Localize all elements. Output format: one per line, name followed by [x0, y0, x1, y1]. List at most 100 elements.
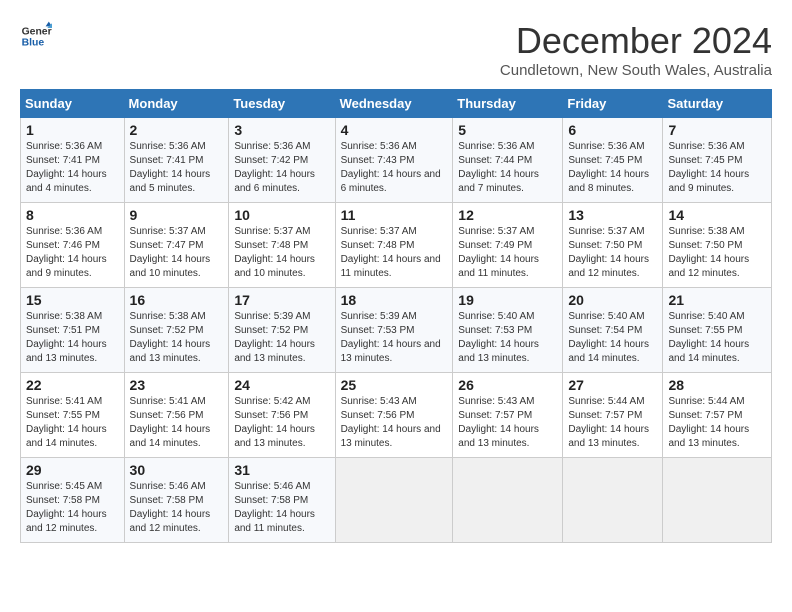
day-number: 1 [26, 122, 119, 138]
day-number: 6 [568, 122, 657, 138]
day-number: 31 [234, 462, 329, 478]
calendar-cell: 20 Sunrise: 5:40 AM Sunset: 7:54 PM Dayl… [563, 288, 663, 373]
calendar-cell: 27 Sunrise: 5:44 AM Sunset: 7:57 PM Dayl… [563, 373, 663, 458]
day-content: Sunrise: 5:36 AM Sunset: 7:41 PM Dayligh… [130, 140, 224, 196]
day-number: 9 [130, 207, 224, 223]
day-number: 21 [668, 292, 766, 308]
day-content: Sunrise: 5:38 AM Sunset: 7:51 PM Dayligh… [26, 310, 119, 366]
calendar-cell: 16 Sunrise: 5:38 AM Sunset: 7:52 PM Dayl… [124, 288, 229, 373]
calendar-cell [663, 458, 772, 543]
calendar-cell: 9 Sunrise: 5:37 AM Sunset: 7:47 PM Dayli… [124, 203, 229, 288]
day-content: Sunrise: 5:39 AM Sunset: 7:52 PM Dayligh… [234, 310, 329, 366]
calendar-cell: 11 Sunrise: 5:37 AM Sunset: 7:48 PM Dayl… [335, 203, 453, 288]
day-content: Sunrise: 5:37 AM Sunset: 7:49 PM Dayligh… [458, 225, 557, 281]
calendar-cell: 18 Sunrise: 5:39 AM Sunset: 7:53 PM Dayl… [335, 288, 453, 373]
day-content: Sunrise: 5:40 AM Sunset: 7:54 PM Dayligh… [568, 310, 657, 366]
day-content: Sunrise: 5:38 AM Sunset: 7:50 PM Dayligh… [668, 225, 766, 281]
day-number: 3 [234, 122, 329, 138]
calendar-cell: 10 Sunrise: 5:37 AM Sunset: 7:48 PM Dayl… [229, 203, 335, 288]
calendar-cell: 5 Sunrise: 5:36 AM Sunset: 7:44 PM Dayli… [453, 118, 563, 203]
calendar-week-row: 29 Sunrise: 5:45 AM Sunset: 7:58 PM Dayl… [21, 458, 772, 543]
calendar-cell: 13 Sunrise: 5:37 AM Sunset: 7:50 PM Dayl… [563, 203, 663, 288]
day-content: Sunrise: 5:36 AM Sunset: 7:44 PM Dayligh… [458, 140, 557, 196]
logo: General Blue [20, 20, 52, 52]
header-day-friday: Friday [563, 90, 663, 118]
header-day-monday: Monday [124, 90, 229, 118]
day-number: 8 [26, 207, 119, 223]
day-content: Sunrise: 5:41 AM Sunset: 7:55 PM Dayligh… [26, 395, 119, 451]
calendar-cell: 28 Sunrise: 5:44 AM Sunset: 7:57 PM Dayl… [663, 373, 772, 458]
day-content: Sunrise: 5:43 AM Sunset: 7:57 PM Dayligh… [458, 395, 557, 451]
calendar-cell: 7 Sunrise: 5:36 AM Sunset: 7:45 PM Dayli… [663, 118, 772, 203]
title-section: December 2024 Cundletown, New South Wale… [500, 20, 772, 79]
svg-text:General: General [22, 26, 52, 37]
day-content: Sunrise: 5:37 AM Sunset: 7:48 PM Dayligh… [341, 225, 448, 281]
day-content: Sunrise: 5:36 AM Sunset: 7:45 PM Dayligh… [668, 140, 766, 196]
day-number: 28 [668, 377, 766, 393]
day-number: 2 [130, 122, 224, 138]
header-day-sunday: Sunday [21, 90, 125, 118]
day-content: Sunrise: 5:37 AM Sunset: 7:50 PM Dayligh… [568, 225, 657, 281]
day-number: 20 [568, 292, 657, 308]
calendar-cell: 14 Sunrise: 5:38 AM Sunset: 7:50 PM Dayl… [663, 203, 772, 288]
day-content: Sunrise: 5:40 AM Sunset: 7:55 PM Dayligh… [668, 310, 766, 366]
day-content: Sunrise: 5:43 AM Sunset: 7:56 PM Dayligh… [341, 395, 448, 451]
calendar-cell [453, 458, 563, 543]
calendar-week-row: 1 Sunrise: 5:36 AM Sunset: 7:41 PM Dayli… [21, 118, 772, 203]
calendar-week-row: 8 Sunrise: 5:36 AM Sunset: 7:46 PM Dayli… [21, 203, 772, 288]
day-content: Sunrise: 5:37 AM Sunset: 7:47 PM Dayligh… [130, 225, 224, 281]
svg-text:Blue: Blue [22, 38, 45, 49]
day-number: 11 [341, 207, 448, 223]
calendar-cell: 29 Sunrise: 5:45 AM Sunset: 7:58 PM Dayl… [21, 458, 125, 543]
calendar-cell: 2 Sunrise: 5:36 AM Sunset: 7:41 PM Dayli… [124, 118, 229, 203]
month-title: December 2024 [500, 20, 772, 62]
calendar-cell: 8 Sunrise: 5:36 AM Sunset: 7:46 PM Dayli… [21, 203, 125, 288]
day-number: 26 [458, 377, 557, 393]
day-content: Sunrise: 5:45 AM Sunset: 7:58 PM Dayligh… [26, 480, 119, 536]
calendar-cell: 19 Sunrise: 5:40 AM Sunset: 7:53 PM Dayl… [453, 288, 563, 373]
day-content: Sunrise: 5:36 AM Sunset: 7:41 PM Dayligh… [26, 140, 119, 196]
day-number: 30 [130, 462, 224, 478]
day-content: Sunrise: 5:36 AM Sunset: 7:43 PM Dayligh… [341, 140, 448, 196]
calendar-cell: 3 Sunrise: 5:36 AM Sunset: 7:42 PM Dayli… [229, 118, 335, 203]
calendar-cell: 23 Sunrise: 5:41 AM Sunset: 7:56 PM Dayl… [124, 373, 229, 458]
day-number: 10 [234, 207, 329, 223]
calendar-cell: 31 Sunrise: 5:46 AM Sunset: 7:58 PM Dayl… [229, 458, 335, 543]
day-number: 17 [234, 292, 329, 308]
calendar-cell: 15 Sunrise: 5:38 AM Sunset: 7:51 PM Dayl… [21, 288, 125, 373]
calendar-week-row: 22 Sunrise: 5:41 AM Sunset: 7:55 PM Dayl… [21, 373, 772, 458]
day-content: Sunrise: 5:44 AM Sunset: 7:57 PM Dayligh… [568, 395, 657, 451]
day-number: 12 [458, 207, 557, 223]
day-content: Sunrise: 5:42 AM Sunset: 7:56 PM Dayligh… [234, 395, 329, 451]
day-number: 4 [341, 122, 448, 138]
calendar-cell [563, 458, 663, 543]
day-content: Sunrise: 5:46 AM Sunset: 7:58 PM Dayligh… [130, 480, 224, 536]
calendar-cell: 26 Sunrise: 5:43 AM Sunset: 7:57 PM Dayl… [453, 373, 563, 458]
day-number: 27 [568, 377, 657, 393]
day-content: Sunrise: 5:36 AM Sunset: 7:45 PM Dayligh… [568, 140, 657, 196]
day-content: Sunrise: 5:46 AM Sunset: 7:58 PM Dayligh… [234, 480, 329, 536]
day-number: 7 [668, 122, 766, 138]
day-number: 13 [568, 207, 657, 223]
header-day-tuesday: Tuesday [229, 90, 335, 118]
day-number: 19 [458, 292, 557, 308]
day-content: Sunrise: 5:39 AM Sunset: 7:53 PM Dayligh… [341, 310, 448, 366]
day-content: Sunrise: 5:40 AM Sunset: 7:53 PM Dayligh… [458, 310, 557, 366]
day-content: Sunrise: 5:37 AM Sunset: 7:48 PM Dayligh… [234, 225, 329, 281]
calendar-cell: 17 Sunrise: 5:39 AM Sunset: 7:52 PM Dayl… [229, 288, 335, 373]
day-number: 15 [26, 292, 119, 308]
calendar-cell: 24 Sunrise: 5:42 AM Sunset: 7:56 PM Dayl… [229, 373, 335, 458]
calendar-cell: 25 Sunrise: 5:43 AM Sunset: 7:56 PM Dayl… [335, 373, 453, 458]
day-number: 23 [130, 377, 224, 393]
calendar-table: SundayMondayTuesdayWednesdayThursdayFrid… [20, 89, 772, 543]
calendar-cell: 12 Sunrise: 5:37 AM Sunset: 7:49 PM Dayl… [453, 203, 563, 288]
day-content: Sunrise: 5:38 AM Sunset: 7:52 PM Dayligh… [130, 310, 224, 366]
day-number: 22 [26, 377, 119, 393]
calendar-cell: 30 Sunrise: 5:46 AM Sunset: 7:58 PM Dayl… [124, 458, 229, 543]
calendar-cell: 21 Sunrise: 5:40 AM Sunset: 7:55 PM Dayl… [663, 288, 772, 373]
day-number: 18 [341, 292, 448, 308]
day-number: 14 [668, 207, 766, 223]
calendar-cell [335, 458, 453, 543]
calendar-header-row: SundayMondayTuesdayWednesdayThursdayFrid… [21, 90, 772, 118]
calendar-cell: 4 Sunrise: 5:36 AM Sunset: 7:43 PM Dayli… [335, 118, 453, 203]
